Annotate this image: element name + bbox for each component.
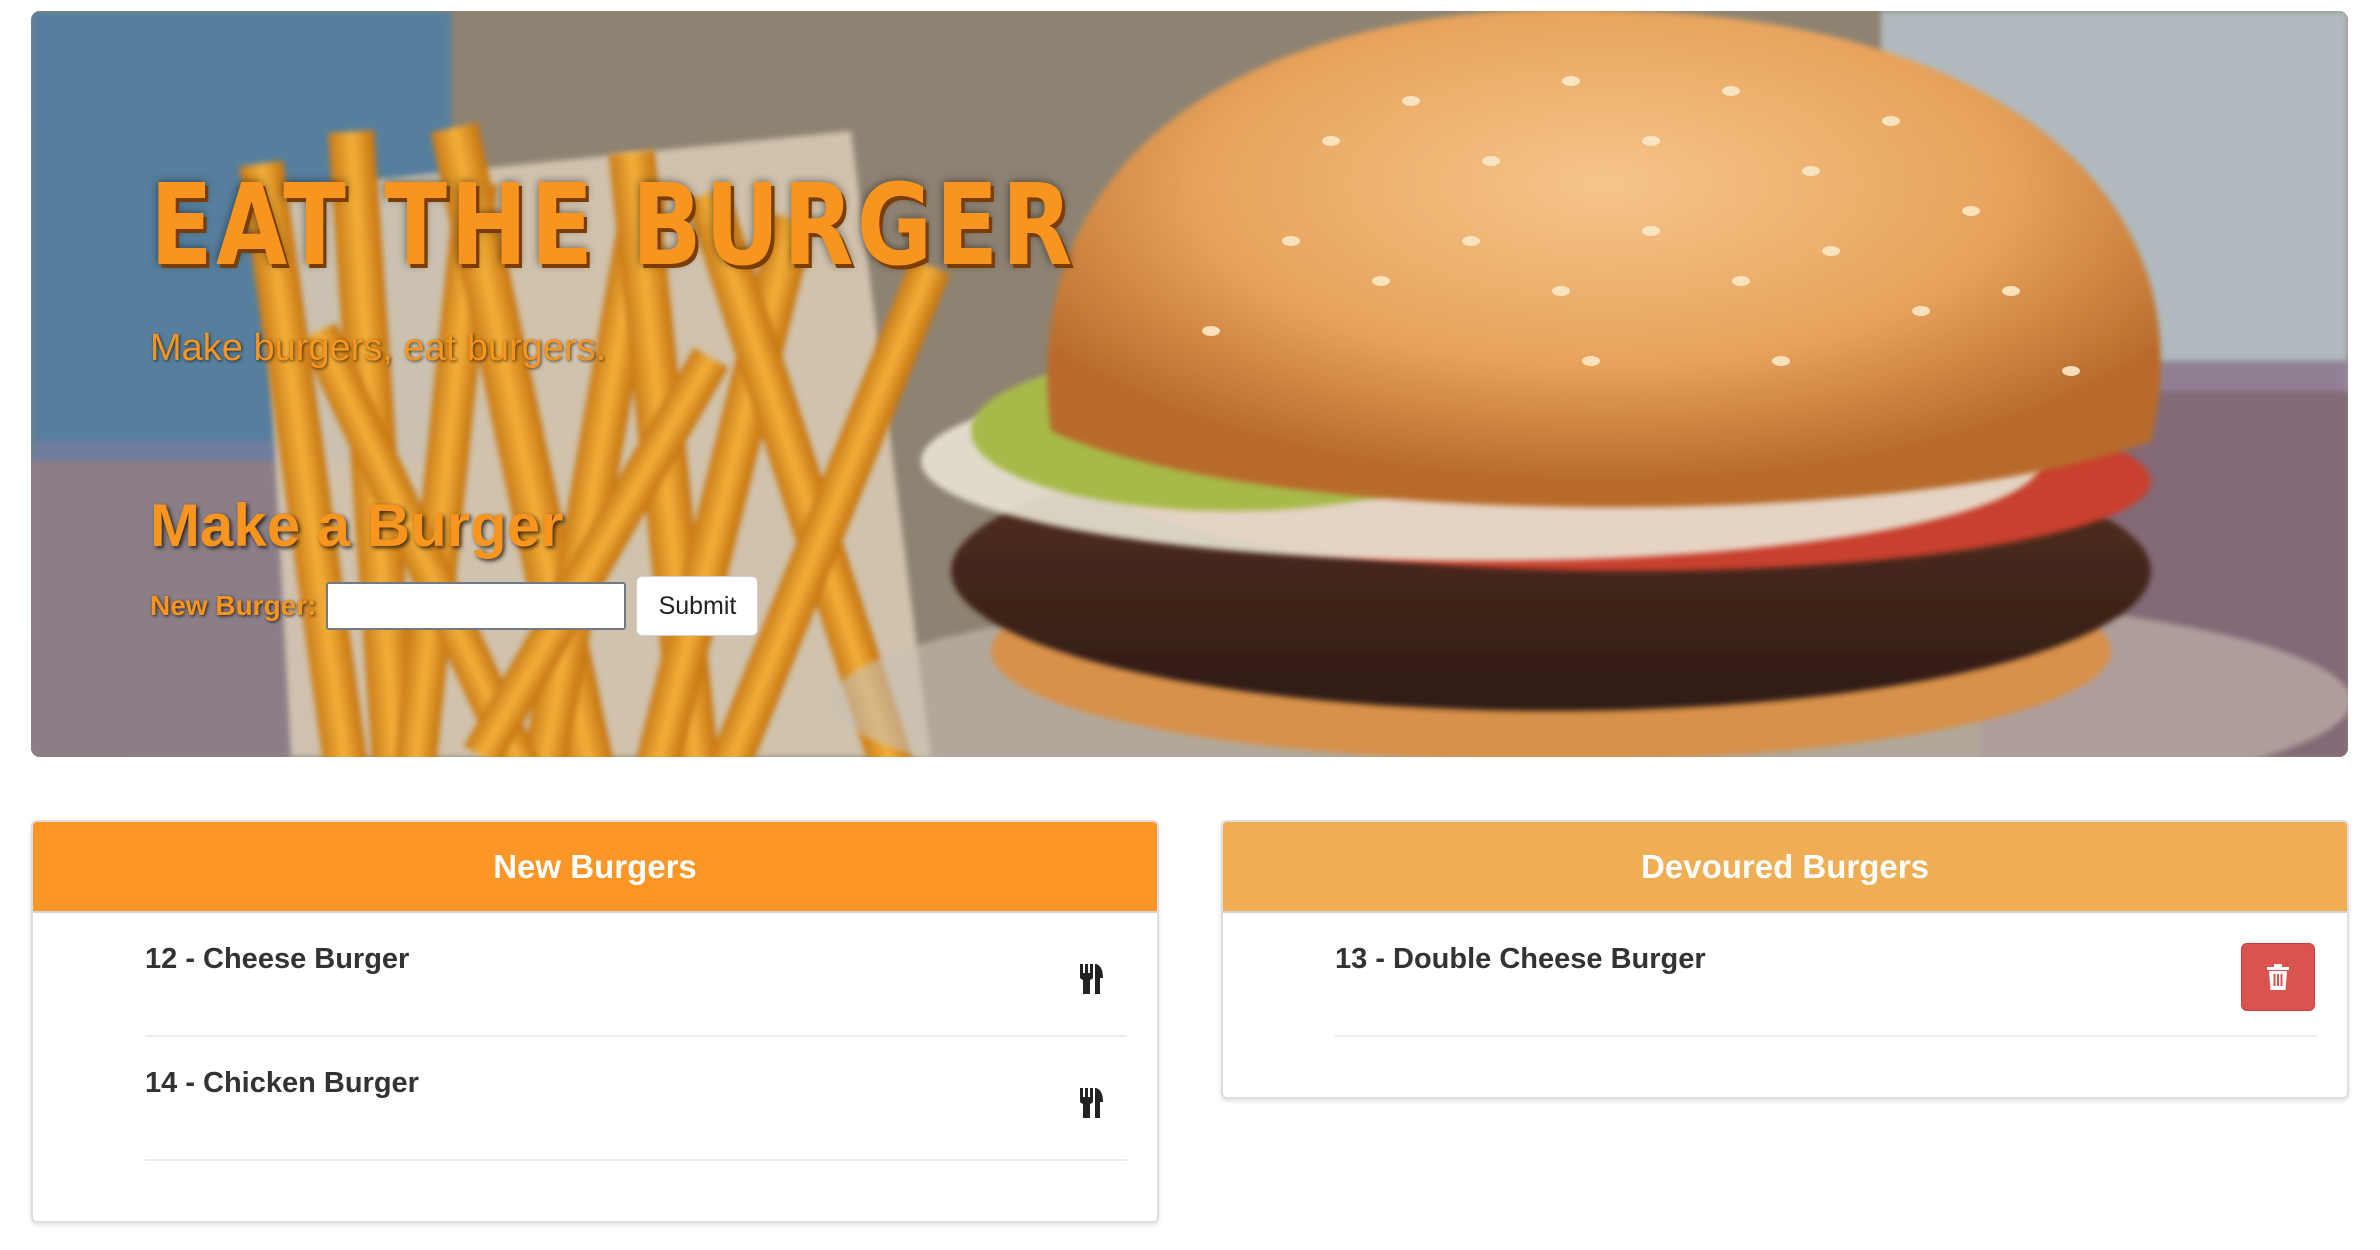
utensils-icon xyxy=(1080,964,1103,994)
burger-name: 13 - Double Cheese Burger xyxy=(1335,943,1706,975)
devoured-burgers-panel: Devoured Burgers 13 - Double Cheese Burg… xyxy=(1221,820,2349,1099)
burger-name: 14 - Chicken Burger xyxy=(145,1067,419,1099)
new-burger-form: New Burger: Submit xyxy=(150,576,759,636)
devour-button[interactable] xyxy=(1075,1087,1107,1119)
submit-button[interactable]: Submit xyxy=(636,576,759,636)
new-burgers-panel: New Burgers 12 - Cheese Burger 14 - Chic… xyxy=(31,820,1159,1223)
list-item: 14 - Chicken Burger xyxy=(145,1037,1127,1161)
new-burger-label: New Burger: xyxy=(150,590,317,621)
new-burger-input[interactable] xyxy=(326,582,627,630)
list-item: 13 - Double Cheese Burger xyxy=(1335,913,2317,1037)
delete-button[interactable] xyxy=(2241,943,2315,1011)
trash-icon xyxy=(2267,964,2289,990)
list-item: 12 - Cheese Burger xyxy=(145,913,1127,1037)
page-title: Eat the Burger xyxy=(150,161,1076,291)
utensils-icon xyxy=(1080,1088,1103,1118)
devoured-burgers-header: Devoured Burgers xyxy=(1223,822,2347,913)
form-title: Make a Burger xyxy=(150,492,564,559)
tagline: Make burgers, eat burgers. xyxy=(150,327,607,369)
new-burgers-header: New Burgers xyxy=(33,822,1157,913)
burger-name: 12 - Cheese Burger xyxy=(145,943,410,975)
hero-content: Eat the Burger Make burgers, eat burgers… xyxy=(150,11,2348,757)
hero-banner: Eat the Burger Make burgers, eat burgers… xyxy=(31,11,2348,757)
devour-button[interactable] xyxy=(1075,963,1107,995)
